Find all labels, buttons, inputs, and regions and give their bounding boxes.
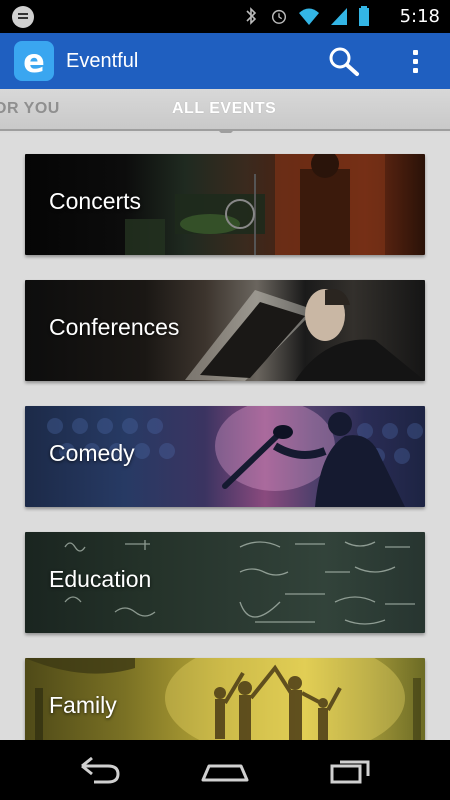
system-nav-bar [0,740,450,800]
category-card-family[interactable]: Family [25,658,425,740]
battery-icon [359,6,369,26]
app-logo[interactable]: e [14,41,54,81]
tab-for-you[interactable]: OR YOU [0,100,60,118]
tab-all-events[interactable]: ALL EVENTS [172,100,276,118]
tab-bar: OR YOU ALL EVENTS [0,89,450,131]
category-card-comedy[interactable]: Comedy [25,406,425,507]
signal-icon [331,8,347,25]
app-title: Eventful [66,50,139,72]
status-icons [242,6,370,26]
status-bar: 5:18 [0,0,450,33]
app-bar: e Eventful [0,33,450,89]
category-label: Family [49,692,117,718]
search-icon [329,47,359,76]
home-button[interactable] [197,754,253,786]
category-label: Comedy [49,440,135,466]
back-button[interactable] [72,754,128,786]
category-card-concerts[interactable]: Concerts [25,154,425,255]
recent-apps-button[interactable] [322,754,378,786]
overflow-dot [412,58,418,64]
overflow-menu-button[interactable] [405,45,425,77]
category-label: Education [49,566,152,592]
category-label: Concerts [49,188,142,214]
status-time: 5:18 [399,6,440,27]
category-label: Conferences [49,314,180,340]
recent-apps-icon [330,760,370,784]
alarm-icon [271,9,287,24]
category-card-education[interactable]: Education [25,532,425,633]
search-button[interactable] [326,45,362,77]
category-list: Concerts Conferences Comedy Education Fa… [0,133,450,740]
overflow-dot [412,67,418,73]
bluetooth-icon [246,7,257,25]
overflow-menu-icon [412,49,418,55]
category-card-conferences[interactable]: Conferences [25,280,425,381]
notification-message-icon [12,6,34,28]
back-icon [81,756,120,784]
wifi-icon [299,8,319,25]
home-icon [201,764,249,782]
